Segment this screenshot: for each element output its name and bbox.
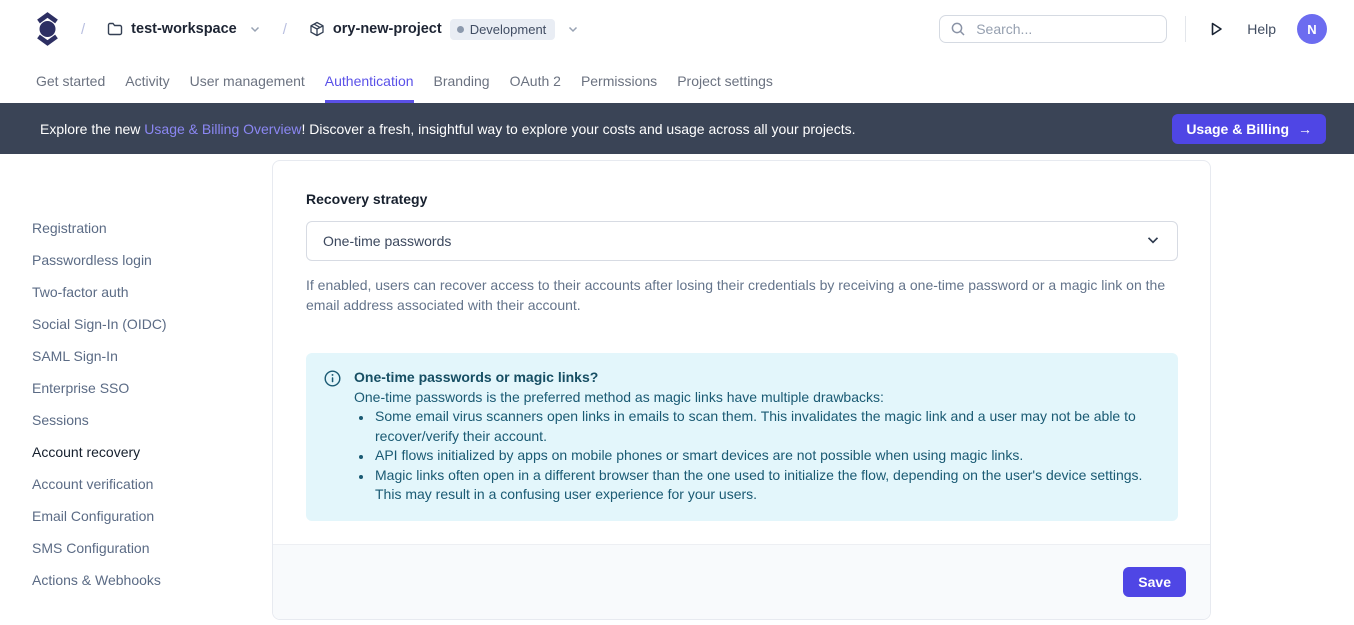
search-icon bbox=[950, 21, 966, 37]
environment-dot-icon bbox=[457, 26, 464, 33]
tab-get-started[interactable]: Get started bbox=[36, 58, 105, 103]
usage-billing-banner: Explore the new Usage & Billing Overview… bbox=[0, 103, 1354, 154]
project-selector[interactable]: ory-new-project Development bbox=[309, 19, 579, 40]
usage-billing-button[interactable]: Usage & Billing → bbox=[1172, 114, 1326, 144]
user-avatar[interactable]: N bbox=[1297, 14, 1327, 44]
info-box: One-time passwords or magic links? One-t… bbox=[306, 353, 1178, 521]
recovery-strategy-selected-value: One-time passwords bbox=[323, 233, 451, 249]
tab-branding[interactable]: Branding bbox=[434, 58, 490, 103]
banner-text-before: Explore the new bbox=[40, 121, 144, 137]
sidebar-item-account-recovery[interactable]: Account recovery bbox=[32, 436, 272, 468]
recovery-strategy-select[interactable]: One-time passwords bbox=[306, 221, 1178, 261]
search-input[interactable] bbox=[974, 20, 1156, 38]
info-box-title: One-time passwords or magic links? bbox=[354, 368, 1158, 388]
tab-activity[interactable]: Activity bbox=[125, 58, 169, 103]
authentication-sidebar: Registration Passwordless login Two-fact… bbox=[0, 154, 272, 625]
search-box[interactable] bbox=[939, 15, 1167, 43]
sidebar-item-passwordless-login[interactable]: Passwordless login bbox=[32, 244, 272, 276]
info-box-content: One-time passwords or magic links? One-t… bbox=[354, 368, 1158, 505]
top-header: / test-workspace / ory-new-project Devel… bbox=[0, 0, 1354, 58]
tab-user-management[interactable]: User management bbox=[190, 58, 305, 103]
environment-badge: Development bbox=[450, 19, 556, 40]
workspace-name: test-workspace bbox=[131, 21, 237, 37]
breadcrumb-separator: / bbox=[81, 21, 85, 38]
banner-text-after: ! Discover a fresh, insightful way to ex… bbox=[301, 121, 855, 137]
account-recovery-card: Recovery strategy One-time passwords If … bbox=[272, 160, 1211, 620]
info-box-bullet: Some email virus scanners open links in … bbox=[373, 407, 1158, 446]
info-icon bbox=[324, 370, 341, 505]
sidebar-item-account-verification[interactable]: Account verification bbox=[32, 468, 272, 500]
info-box-intro: One-time passwords is the preferred meth… bbox=[354, 388, 1158, 408]
chevron-down-icon bbox=[1145, 232, 1161, 251]
tab-permissions[interactable]: Permissions bbox=[581, 58, 657, 103]
breadcrumb-separator: / bbox=[283, 21, 287, 38]
tab-oauth2[interactable]: OAuth 2 bbox=[510, 58, 561, 103]
recovery-strategy-label: Recovery strategy bbox=[306, 191, 1178, 207]
environment-label: Development bbox=[470, 22, 547, 37]
info-box-bullet: API flows initialized by apps on mobile … bbox=[373, 446, 1158, 466]
header-divider bbox=[1185, 16, 1186, 42]
sidebar-item-saml-sign-in[interactable]: SAML Sign-In bbox=[32, 340, 272, 372]
tab-authentication[interactable]: Authentication bbox=[325, 58, 414, 103]
card-footer: Save bbox=[273, 544, 1210, 619]
sidebar-item-email-configuration[interactable]: Email Configuration bbox=[32, 500, 272, 532]
help-link[interactable]: Help bbox=[1247, 21, 1276, 37]
usage-billing-overview-link[interactable]: Usage & Billing Overview bbox=[144, 121, 301, 137]
sidebar-item-social-sign-in-oidc[interactable]: Social Sign-In (OIDC) bbox=[32, 308, 272, 340]
sidebar-item-sessions[interactable]: Sessions bbox=[32, 404, 272, 436]
ory-logo-icon[interactable] bbox=[36, 10, 59, 48]
recovery-description: If enabled, users can recover access to … bbox=[306, 275, 1178, 315]
usage-billing-button-label: Usage & Billing bbox=[1186, 121, 1289, 137]
chevron-down-icon bbox=[249, 23, 261, 35]
sidebar-item-enterprise-sso[interactable]: Enterprise SSO bbox=[32, 372, 272, 404]
banner-text: Explore the new Usage & Billing Overview… bbox=[40, 121, 856, 137]
info-box-bullet-list: Some email virus scanners open links in … bbox=[354, 407, 1158, 505]
arrow-right-icon: → bbox=[1298, 121, 1312, 137]
project-nav-tabs: Get started Activity User management Aut… bbox=[0, 58, 1354, 103]
save-button[interactable]: Save bbox=[1123, 567, 1186, 597]
folder-icon bbox=[107, 21, 123, 37]
workspace-selector[interactable]: test-workspace bbox=[107, 21, 261, 37]
content-area: Registration Passwordless login Two-fact… bbox=[0, 154, 1354, 625]
sidebar-item-registration[interactable]: Registration bbox=[32, 212, 272, 244]
sidebar-item-sms-configuration[interactable]: SMS Configuration bbox=[32, 532, 272, 564]
project-name: ory-new-project bbox=[333, 21, 442, 37]
sidebar-item-two-factor-auth[interactable]: Two-factor auth bbox=[32, 276, 272, 308]
sidebar-item-actions-webhooks[interactable]: Actions & Webhooks bbox=[32, 564, 272, 596]
play-icon[interactable] bbox=[1203, 16, 1229, 42]
chevron-down-icon bbox=[567, 23, 579, 35]
tab-project-settings[interactable]: Project settings bbox=[677, 58, 773, 103]
info-box-bullet: Magic links often open in a different br… bbox=[373, 466, 1158, 505]
account-recovery-form: Recovery strategy One-time passwords If … bbox=[273, 161, 1210, 544]
package-icon bbox=[309, 21, 325, 37]
